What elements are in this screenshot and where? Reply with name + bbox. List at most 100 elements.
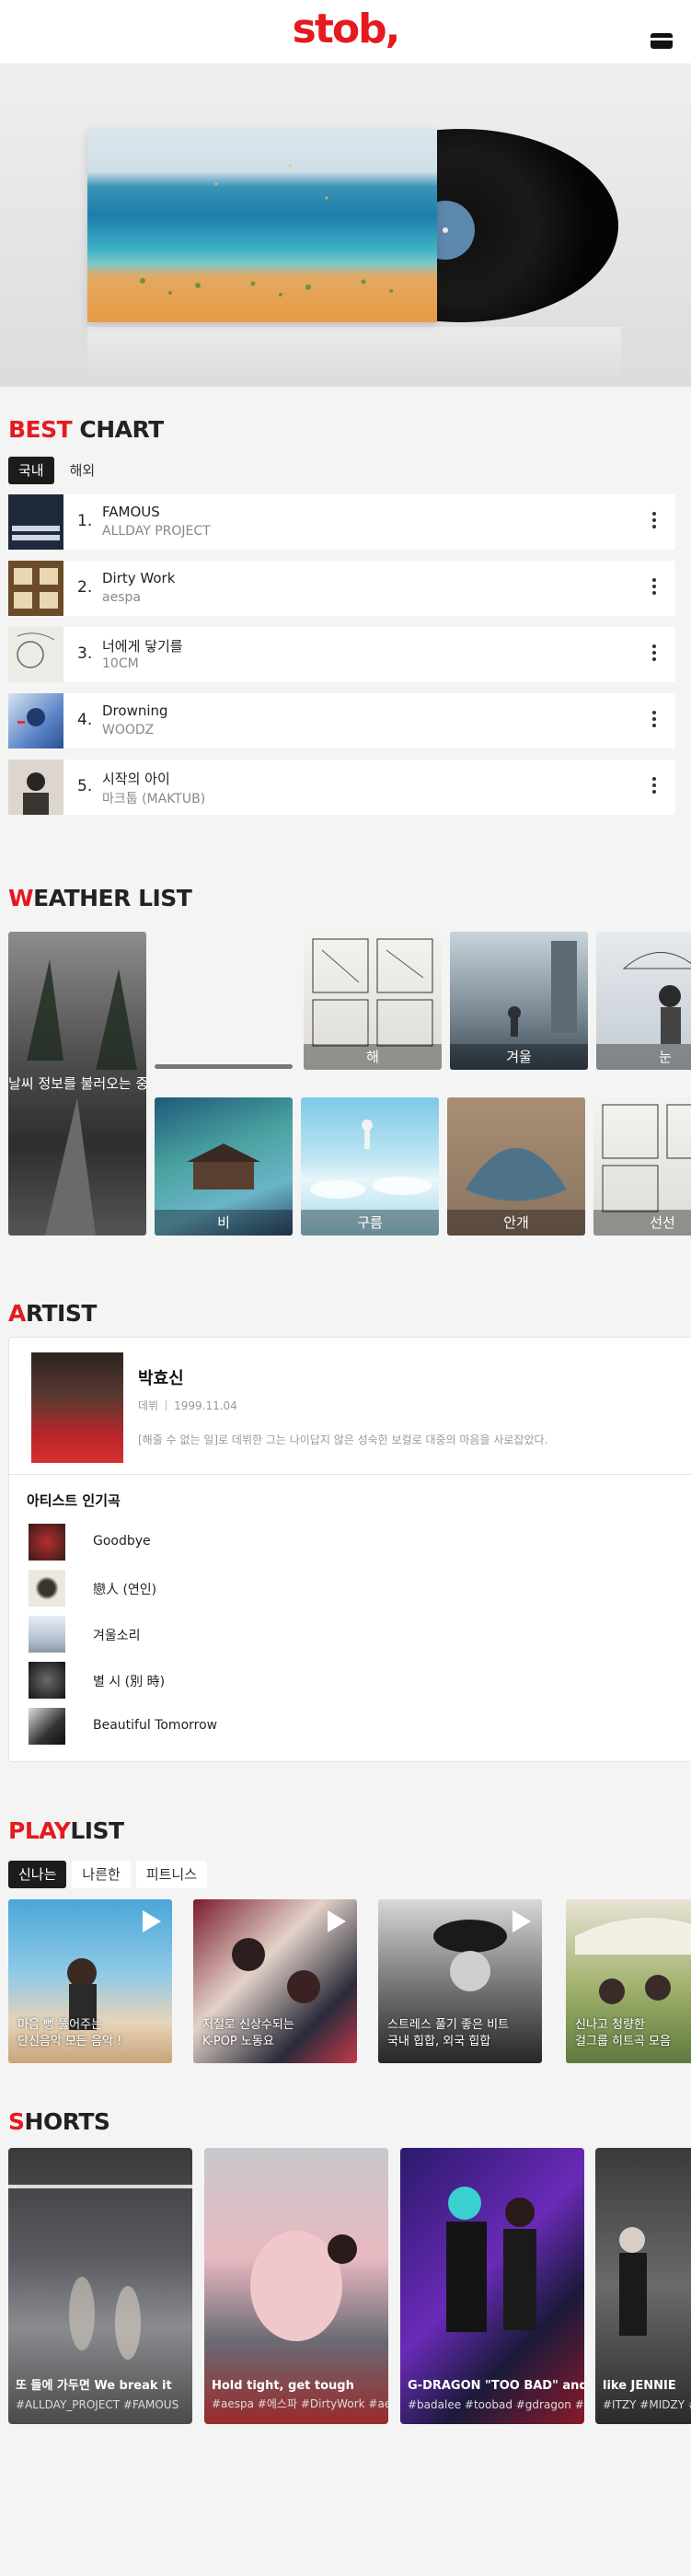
song-title[interactable]: 시작의 아이	[102, 769, 170, 788]
popular-song-row[interactable]: 겨울소리	[29, 1616, 581, 1653]
playlist-card[interactable]: 저절로 신상수되는 K-POP 노동요	[193, 1899, 357, 2063]
song-title[interactable]: FAMOUS	[102, 504, 160, 520]
weather-current-tile[interactable]: 날씨 정보를 불러오는 중...	[8, 932, 146, 1236]
shorts-title-text: Hold tight, get tough	[212, 2379, 354, 2393]
shorts-tags: #badalee #toobad #gdragon #c	[408, 2398, 584, 2411]
popular-song-title[interactable]: 戀人 (연인)	[93, 1580, 156, 1598]
playlist-caption: 마음 뻥 뚫어주는 단신음악 모든 음악 !	[17, 2017, 165, 2050]
shorts-title: SHORTS	[8, 2108, 110, 2136]
playlist-card[interactable]: 신나고 청량한걸그룹 히트곡 모음	[566, 1899, 691, 2063]
playlist-caption: 스트레스 풀기 좋은 비트 국내 힙합, 외국 힙합	[387, 2017, 535, 2050]
debut-date: 1999.11.04	[174, 1399, 237, 1412]
hero-banner	[0, 64, 691, 387]
play-icon[interactable]	[143, 1910, 161, 1932]
weather-tile-sun[interactable]: 해	[304, 932, 442, 1070]
weather-list-title: WEATHER LIST	[8, 885, 192, 912]
weather-grid: 날씨 정보를 불러오는 중... 해 겨울 눈 비 구름 안개 선선	[0, 932, 691, 1236]
weather-loading-bar	[155, 1064, 293, 1069]
playlist-card[interactable]: 마음 뻥 뚫어주는 단신음악 모든 음악 !	[8, 1899, 172, 2063]
shorts-card[interactable]: Hold tight, get tough #aespa #에스파 #Dirty…	[204, 2148, 388, 2424]
album-cover-image[interactable]	[87, 129, 437, 322]
song-title[interactable]: Drowning	[102, 702, 168, 719]
chart-rank: 4.	[77, 711, 93, 729]
popular-song-row[interactable]: 戀人 (연인)	[29, 1570, 581, 1607]
playlist-tabs: 신나는 나른한 피트니스	[8, 1861, 208, 1888]
song-thumb	[29, 1616, 65, 1653]
album-thumb	[8, 494, 63, 550]
chart-row[interactable]: 3. 너에게 닿기를 10CM	[8, 627, 675, 682]
more-options-icon[interactable]	[651, 708, 657, 734]
song-artist[interactable]: 마크툽 (MAKTUB)	[102, 789, 205, 807]
weather-tile-fog[interactable]: 안개	[447, 1097, 585, 1236]
popular-song-row[interactable]: Beautiful Tomorrow	[29, 1708, 581, 1745]
artist-photo[interactable]	[31, 1352, 123, 1463]
album-thumb	[8, 693, 63, 748]
shorts-title-text: like JENNIE	[603, 2379, 676, 2393]
best-chart-title: BEST CHART	[8, 416, 164, 444]
tab-overseas[interactable]: 해외	[60, 457, 106, 484]
song-title[interactable]: 너에게 닿기를	[102, 636, 183, 656]
chart-row[interactable]: 5. 시작의 아이 마크툽 (MAKTUB)	[8, 760, 675, 815]
weather-tile-label: 해	[304, 1044, 442, 1070]
weather-tile-label: 비	[155, 1210, 293, 1236]
weather-tile-rain[interactable]: 비	[155, 1097, 293, 1236]
more-options-icon[interactable]	[651, 575, 657, 601]
title-rest: EATHER LIST	[33, 885, 192, 911]
chart-row[interactable]: 1. FAMOUS ALLDAY PROJECT	[8, 494, 675, 550]
chart-row[interactable]: 4. Drowning WOODZ	[8, 693, 675, 748]
caption-line: 신나고 청량한	[575, 2018, 645, 2032]
top-header: stob,	[0, 0, 691, 64]
vinyl-hole	[443, 227, 448, 233]
more-options-icon[interactable]	[651, 642, 657, 667]
popular-song-title[interactable]: Goodbye	[93, 1534, 151, 1549]
card-icon[interactable]	[651, 33, 673, 49]
more-options-icon[interactable]	[651, 774, 657, 800]
song-artist[interactable]: WOODZ	[102, 723, 154, 737]
weather-tile-snow[interactable]: 눈	[596, 932, 691, 1070]
shorts-card[interactable]: 또 들에 가두면 We break it #ALLDAY_PROJECT #FA…	[8, 2148, 192, 2424]
song-artist[interactable]: 10CM	[102, 656, 139, 671]
chart-row[interactable]: 2. Dirty Work aespa	[8, 561, 675, 616]
song-artist[interactable]: ALLDAY PROJECT	[102, 524, 211, 539]
popular-songs-title: 아티스트 인기곡	[27, 1492, 121, 1509]
title-accent: S	[8, 2108, 25, 2135]
artist-debut: 데뷔 1999.11.04	[138, 1398, 237, 1413]
popular-song-title[interactable]: 겨울소리	[93, 1626, 141, 1644]
play-icon[interactable]	[328, 1910, 346, 1932]
title-rest: RTIST	[25, 1300, 98, 1327]
tab-fitness[interactable]: 피트니스	[135, 1861, 208, 1888]
album-thumb	[8, 760, 63, 815]
weather-tile-winter[interactable]: 겨울	[450, 932, 588, 1070]
more-options-icon[interactable]	[651, 509, 657, 535]
tab-exciting[interactable]: 신나는	[8, 1861, 67, 1888]
caption-line: 저절로 신상수되는	[202, 2018, 294, 2032]
artist-name[interactable]: 박효신	[138, 1365, 184, 1389]
shorts-card[interactable]: like JENNIE #ITZY #MIDZY #c	[595, 2148, 691, 2424]
weather-tile-cool[interactable]: 선선	[593, 1097, 691, 1236]
playlist-card[interactable]: 스트레스 풀기 좋은 비트 국내 힙합, 외국 힙합	[378, 1899, 542, 2063]
playlist-caption: 신나고 청량한걸그룹 히트곡 모음	[575, 2017, 691, 2050]
weather-tile-cloud[interactable]: 구름	[301, 1097, 439, 1236]
popular-song-title[interactable]: 별 시 (別 時)	[93, 1672, 165, 1690]
play-icon[interactable]	[512, 1910, 531, 1932]
popular-song-title[interactable]: Beautiful Tomorrow	[93, 1718, 217, 1733]
logo[interactable]: stob,	[0, 6, 691, 53]
chart-rank: 2.	[77, 578, 93, 597]
tab-domestic[interactable]: 국내	[8, 457, 54, 484]
divider	[9, 1474, 691, 1475]
best-chart-tabs: 국내 해외	[8, 457, 105, 484]
artist-description: [해줄 수 없는 일]로 데뷔한 그는 나이답지 않은 성숙한 보컬로 대중의 …	[138, 1433, 548, 1446]
tab-lazy[interactable]: 나른한	[72, 1861, 131, 1888]
caption-line: 걸그룹 히트곡 모음	[575, 2035, 671, 2048]
caption-line: 국내 힙합, 외국 힙합	[387, 2035, 491, 2048]
song-artist[interactable]: aespa	[102, 590, 141, 605]
song-thumb	[29, 1708, 65, 1745]
popular-song-row[interactable]: Goodbye	[29, 1524, 581, 1561]
popular-song-row[interactable]: 별 시 (別 時)	[29, 1662, 581, 1699]
album-thumb	[8, 561, 63, 616]
shorts-card[interactable]: G-DRAGON "TOO BAD" and BA #badalee #toob…	[400, 2148, 584, 2424]
playlist-row: 마음 뻥 뚫어주는 단신음악 모든 음악 ! 저절로 신상수되는 K-POP 노동요…	[0, 1899, 691, 2065]
song-title[interactable]: Dirty Work	[102, 570, 175, 586]
shorts-title-text: 또 들에 가두면 We break it	[16, 2379, 172, 2393]
caption-line: 마음 뻥 뚫어주는	[17, 2018, 102, 2032]
